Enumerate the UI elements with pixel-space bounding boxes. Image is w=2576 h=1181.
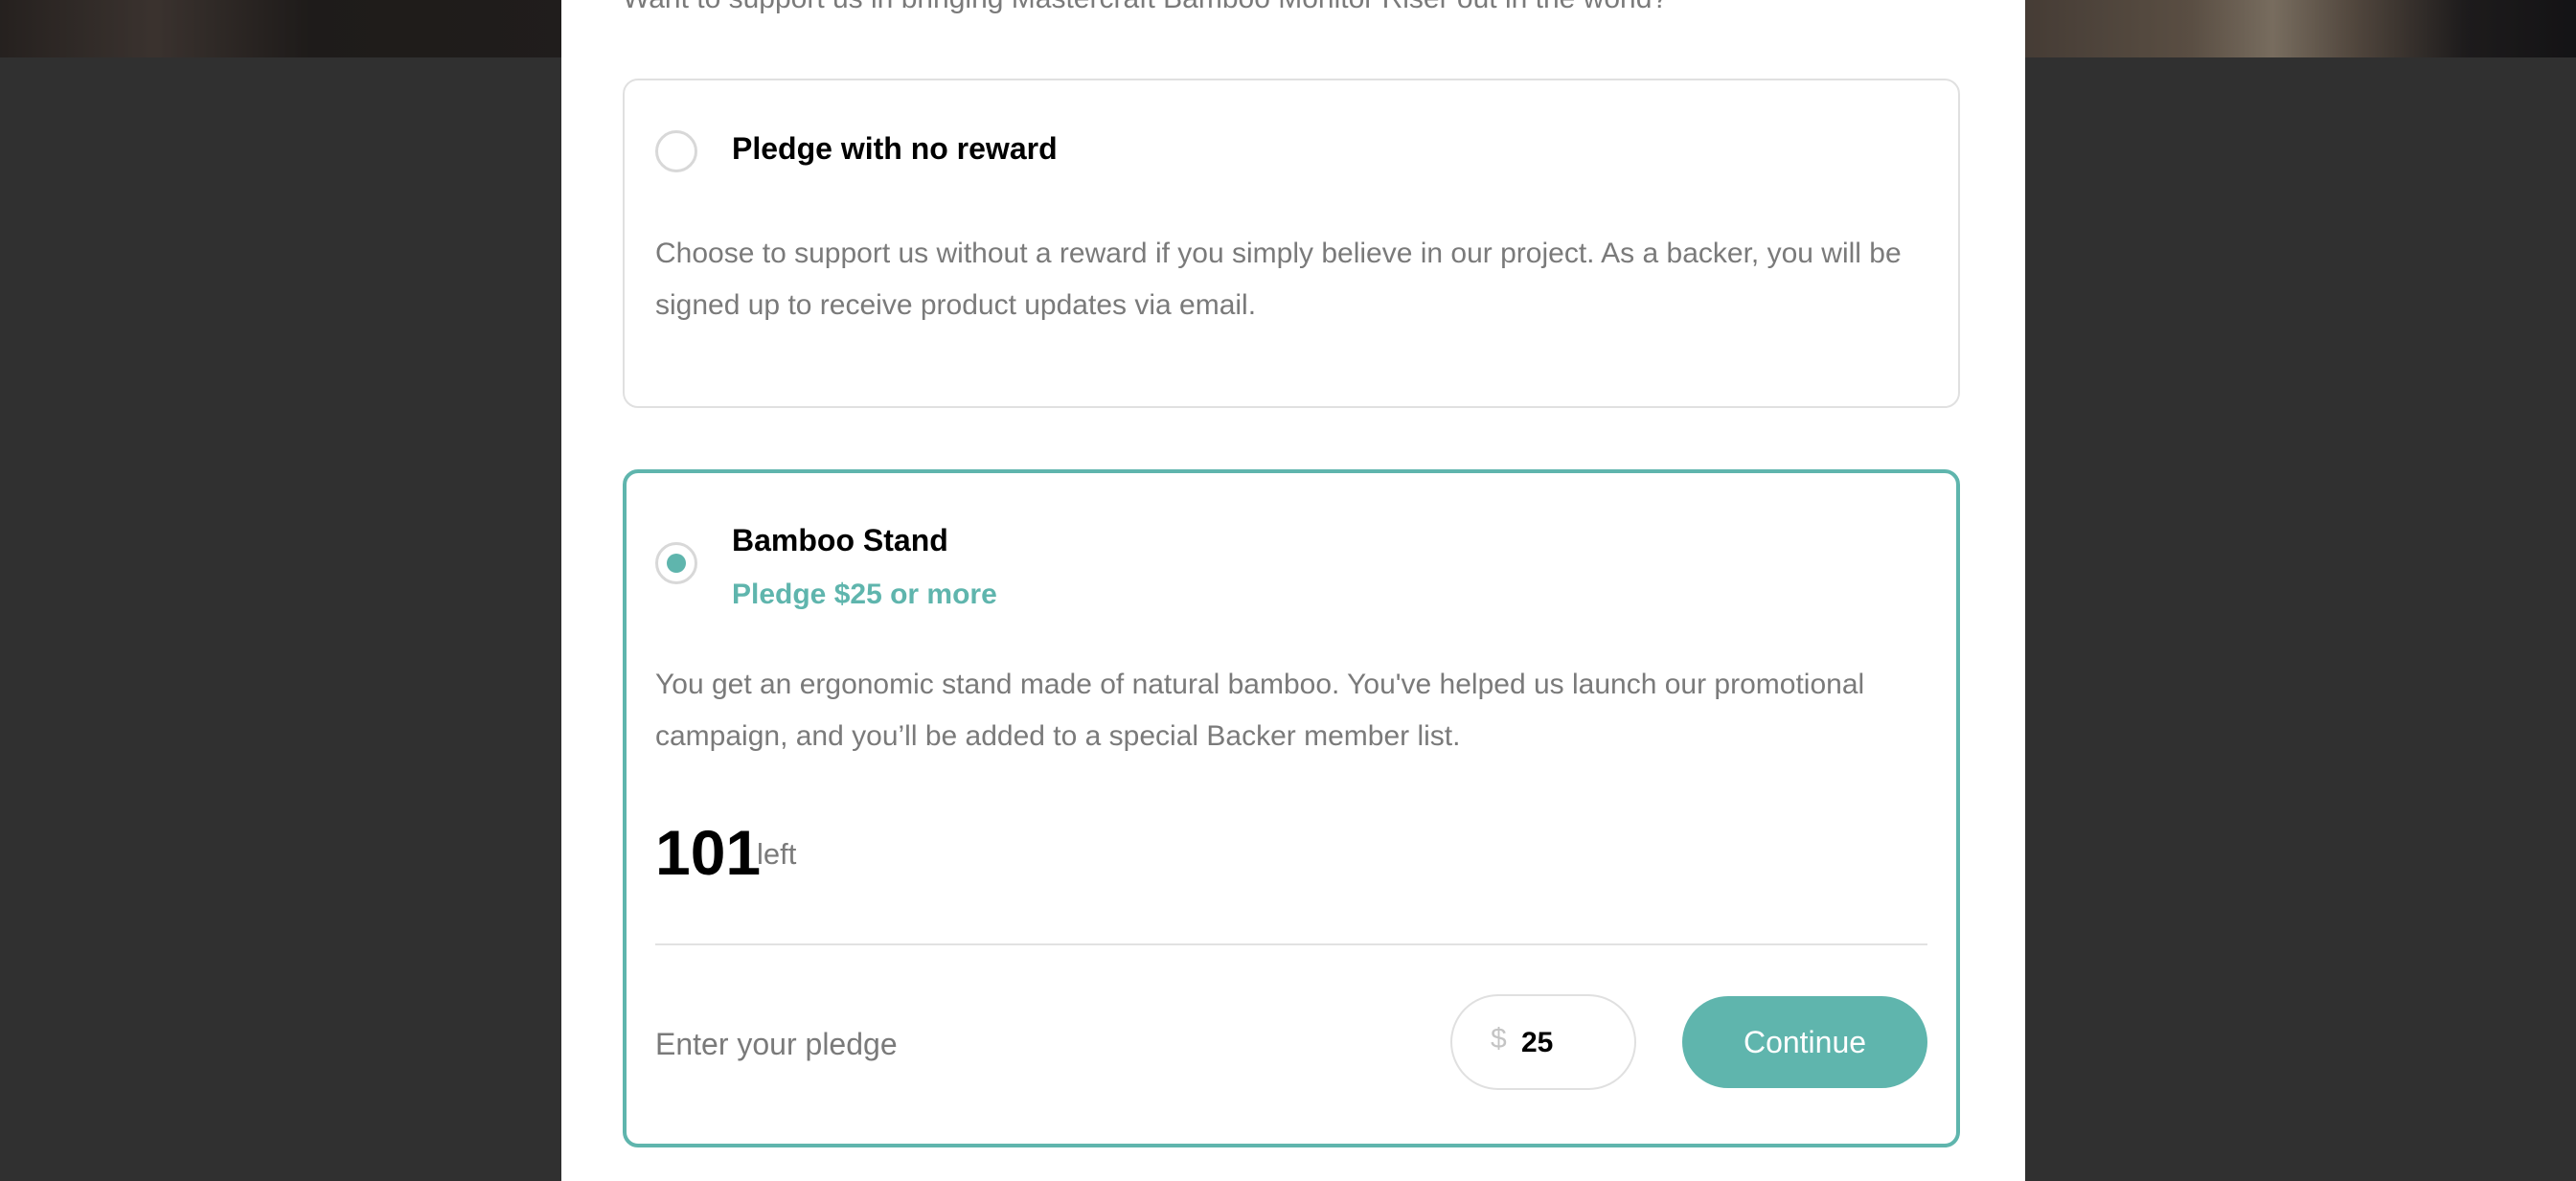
- option-description: You get an ergonomic stand made of natur…: [655, 669, 1865, 752]
- currency-symbol: $: [1491, 1023, 1507, 1055]
- pledge-amount-field[interactable]: $: [1450, 994, 1636, 1090]
- modal-intro-text: Want to support us in bringing Mastercra…: [623, 0, 1668, 15]
- card-divider: [655, 943, 1927, 945]
- enter-pledge-label: Enter your pledge: [655, 1027, 898, 1061]
- option-title: Bamboo Stand: [732, 523, 948, 557]
- option-description: Choose to support us without a reward if…: [655, 238, 1902, 321]
- pledge-option-bamboo-stand[interactable]: Bamboo Stand Pledge $25 or more You get …: [623, 469, 1960, 1147]
- pledge-modal: Want to support us in bringing Mastercra…: [561, 0, 2025, 1181]
- stock-left-label: left: [757, 837, 797, 871]
- radio-checked-icon[interactable]: [655, 542, 697, 584]
- continue-button[interactable]: Continue: [1682, 996, 1927, 1088]
- option-title: Pledge with no reward: [732, 131, 1058, 166]
- stock-left-count: 101: [655, 817, 762, 888]
- radio-empty-icon[interactable]: [655, 130, 697, 172]
- pledge-option-no-reward[interactable]: Pledge with no reward Choose to support …: [623, 79, 1960, 408]
- pledge-amount-input[interactable]: [1519, 1017, 1609, 1069]
- option-pledge-minimum: Pledge $25 or more: [732, 579, 997, 610]
- radio-selected-dot: [667, 554, 686, 573]
